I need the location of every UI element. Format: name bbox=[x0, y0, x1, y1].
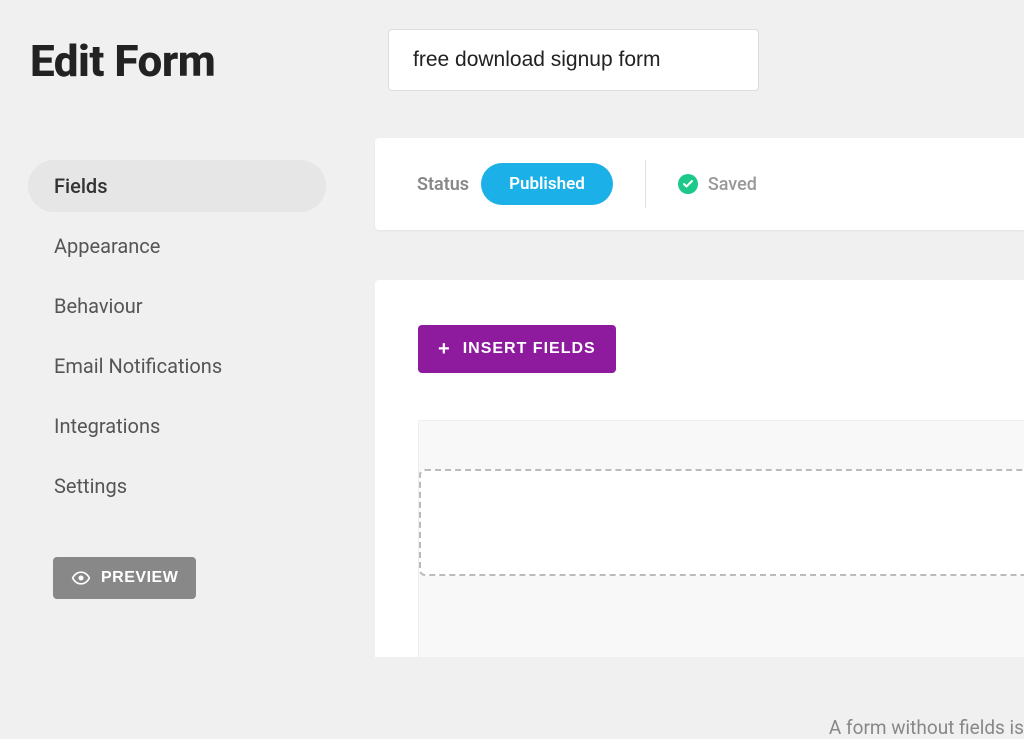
status-label: Status bbox=[417, 174, 469, 195]
drop-zone[interactable] bbox=[419, 469, 1024, 576]
form-name-input[interactable] bbox=[388, 29, 759, 91]
saved-status: Saved bbox=[678, 174, 757, 195]
divider bbox=[645, 160, 646, 208]
sidebar-item-appearance[interactable]: Appearance bbox=[28, 220, 326, 272]
preview-button-label: PREVIEW bbox=[101, 569, 178, 587]
fields-drop-area[interactable]: A form without fields is bbox=[418, 420, 1024, 657]
sidebar-item-label: Integrations bbox=[54, 414, 160, 438]
sidebar-item-email-notifications[interactable]: Email Notifications bbox=[28, 340, 326, 392]
sidebar-item-behaviour[interactable]: Behaviour bbox=[28, 280, 326, 332]
sidebar-item-label: Behaviour bbox=[54, 294, 143, 318]
preview-button[interactable]: PREVIEW bbox=[53, 557, 196, 599]
sidebar-item-label: Email Notifications bbox=[54, 354, 222, 378]
sidebar-item-fields[interactable]: Fields bbox=[28, 160, 326, 212]
sidebar: Fields Appearance Behaviour Email Notifi… bbox=[28, 160, 326, 520]
published-badge[interactable]: Published bbox=[481, 163, 613, 205]
sidebar-item-label: Appearance bbox=[54, 234, 160, 258]
plus-icon: + bbox=[438, 338, 451, 361]
sidebar-item-settings[interactable]: Settings bbox=[28, 460, 326, 512]
insert-fields-button[interactable]: + INSERT FIELDS bbox=[418, 325, 616, 373]
sidebar-item-label: Settings bbox=[54, 474, 127, 498]
main-panel: + INSERT FIELDS A form without fields is bbox=[375, 280, 1024, 657]
sidebar-item-label: Fields bbox=[54, 174, 108, 198]
page-title: Edit Form bbox=[30, 35, 215, 87]
empty-state-text: A form without fields is bbox=[829, 716, 1024, 739]
check-circle-icon bbox=[678, 174, 698, 194]
eye-icon bbox=[71, 568, 91, 588]
insert-fields-label: INSERT FIELDS bbox=[463, 340, 596, 358]
sidebar-item-integrations[interactable]: Integrations bbox=[28, 400, 326, 452]
status-bar: Status Published Saved bbox=[375, 138, 1024, 230]
saved-label: Saved bbox=[708, 174, 757, 195]
